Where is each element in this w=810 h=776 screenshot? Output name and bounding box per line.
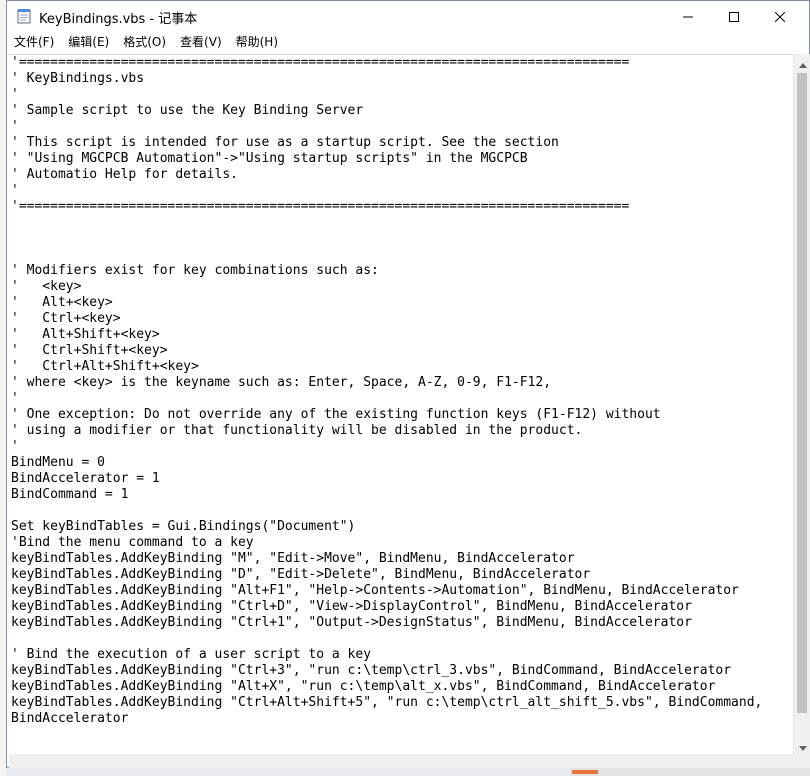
editor-line[interactable]: BindMenu = 0 (11, 455, 791, 471)
editor-line[interactable]: ' KeyBindings.vbs (11, 71, 791, 87)
scroll-down-arrow-icon (798, 736, 807, 755)
editor-line[interactable]: BindAccelerator (11, 711, 791, 727)
editor-line[interactable]: ' (11, 391, 791, 407)
menu-help[interactable]: 帮助(H) (229, 32, 285, 52)
editor-line[interactable]: ' (11, 87, 791, 103)
menu-format[interactable]: 格式(O) (116, 32, 173, 52)
text-editor[interactable]: '=======================================… (9, 54, 793, 755)
window-title: KeyBindings.vbs - 记事本 (39, 12, 198, 27)
editor-line[interactable] (11, 503, 791, 519)
editor-line[interactable]: ' using a modifier or that functionality… (11, 423, 791, 439)
editor-line[interactable]: keyBindTables.AddKeyBinding "D", "Edit->… (11, 567, 791, 583)
scrollbar-thumb[interactable] (797, 73, 807, 713)
editor-line[interactable]: Set keyBindTables = Gui.Bindings("Docume… (11, 519, 791, 535)
editor-line[interactable]: ' Ctrl+Shift+<key> (11, 343, 791, 359)
editor-text-area[interactable]: '=======================================… (11, 55, 791, 755)
editor-line[interactable]: keyBindTables.AddKeyBinding "Ctrl+1", "O… (11, 615, 791, 631)
editor-line[interactable]: ' (11, 119, 791, 135)
vertical-scrollbar[interactable] (793, 54, 810, 754)
editor-line[interactable]: ' (11, 183, 791, 199)
editor-line[interactable]: '=======================================… (11, 55, 791, 71)
title-bar[interactable]: KeyBindings.vbs - 记事本 (7, 1, 809, 32)
editor-line[interactable]: keyBindTables.AddKeyBinding "Ctrl+3", "r… (11, 663, 791, 679)
notepad-icon[interactable] (17, 8, 31, 24)
close-icon (774, 7, 786, 26)
scroll-down-button[interactable] (794, 737, 810, 754)
maximize-icon (729, 7, 739, 26)
editor-line[interactable]: ' <key> (11, 279, 791, 295)
resize-corner[interactable] (793, 754, 810, 768)
editor-line[interactable]: ' where <key> is the keyname such as: En… (11, 375, 791, 391)
editor-line[interactable]: keyBindTables.AddKeyBinding "Alt+X", "ru… (11, 679, 791, 695)
notepad-window: KeyBindings.vbs - 记事本 文件(F) 编辑(E) 格式(O) … (6, 0, 810, 768)
editor-line[interactable]: ' "Using MGCPCB Automation"->"Using star… (11, 151, 791, 167)
editor-line[interactable]: ' Modifiers exist for key combinations s… (11, 263, 791, 279)
editor-line[interactable]: ' Alt+<key> (11, 295, 791, 311)
taskbar-edge (570, 768, 810, 776)
editor-line[interactable] (11, 631, 791, 647)
editor-line[interactable]: ' Sample script to use the Key Binding S… (11, 103, 791, 119)
scroll-up-button[interactable] (794, 54, 810, 71)
menu-bar: 文件(F) 编辑(E) 格式(O) 查看(V) 帮助(H) (7, 32, 809, 52)
editor-line[interactable]: ' Alt+Shift+<key> (11, 327, 791, 343)
editor-line[interactable]: ' This script is intended for use as a s… (11, 135, 791, 151)
editor-line[interactable]: ' Ctrl+<key> (11, 311, 791, 327)
menu-file[interactable]: 文件(F) (7, 32, 61, 52)
editor-line[interactable]: BindCommand = 1 (11, 487, 791, 503)
menu-edit[interactable]: 编辑(E) (61, 32, 116, 52)
editor-line[interactable]: ' (11, 439, 791, 455)
editor-line[interactable]: ' Automatio Help for details. (11, 167, 791, 183)
maximize-button[interactable] (711, 1, 757, 32)
editor-line[interactable] (11, 247, 791, 263)
editor-line[interactable]: BindAccelerator = 1 (11, 471, 791, 487)
editor-line[interactable]: ' One exception: Do not override any of … (11, 407, 791, 423)
editor-line[interactable]: ' Ctrl+Alt+Shift+<key> (11, 359, 791, 375)
editor-line[interactable]: keyBindTables.AddKeyBinding "Ctrl+Alt+Sh… (11, 695, 791, 711)
editor-line[interactable]: ' Bind the execution of a user script to… (11, 647, 791, 663)
status-strip (9, 754, 793, 768)
editor-line[interactable]: '=======================================… (11, 199, 791, 215)
editor-line[interactable] (11, 215, 791, 231)
editor-line[interactable]: 'Bind the menu command to a key (11, 535, 791, 551)
editor-line[interactable] (11, 231, 791, 247)
editor-line[interactable]: keyBindTables.AddKeyBinding "Ctrl+D", "V… (11, 599, 791, 615)
editor-line[interactable]: keyBindTables.AddKeyBinding "Alt+F1", "H… (11, 583, 791, 599)
scroll-up-arrow-icon (798, 53, 807, 72)
minimize-button[interactable] (665, 1, 711, 32)
close-button[interactable] (757, 1, 803, 32)
minimize-icon (683, 7, 693, 26)
menu-view[interactable]: 查看(V) (173, 32, 229, 52)
editor-line[interactable]: keyBindTables.AddKeyBinding "M", "Edit->… (11, 551, 791, 567)
taskbar-accent (572, 770, 598, 774)
